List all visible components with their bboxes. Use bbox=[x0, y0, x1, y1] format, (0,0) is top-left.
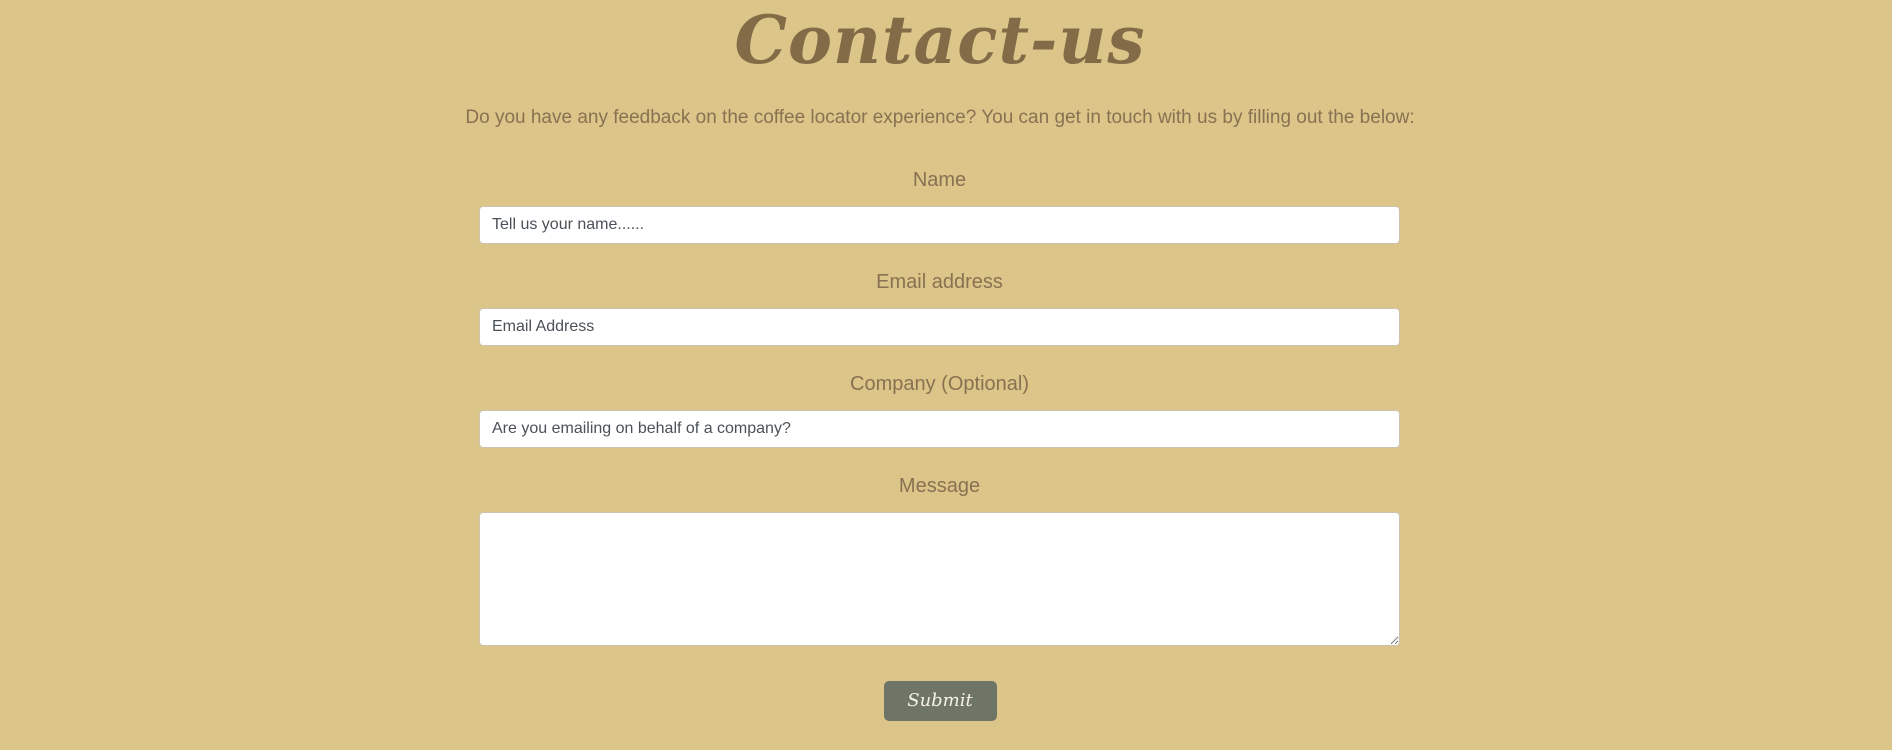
intro-text: Do you have any feedback on the coffee l… bbox=[465, 107, 1415, 128]
company-label: Company (Optional) bbox=[850, 373, 1029, 395]
company-field-group: Company (Optional) bbox=[479, 370, 1400, 448]
form-actions: Submit bbox=[0, 681, 1880, 721]
contact-page: Contact-us Do you have any feedback on t… bbox=[0, 0, 1892, 750]
name-field-group: Name bbox=[479, 166, 1400, 244]
email-input[interactable] bbox=[479, 308, 1400, 346]
email-label: Email address bbox=[876, 271, 1003, 293]
email-field-group: Email address bbox=[479, 268, 1400, 346]
message-textarea[interactable] bbox=[479, 512, 1400, 646]
message-label: Message bbox=[898, 475, 981, 497]
company-input[interactable] bbox=[479, 410, 1400, 448]
name-input[interactable] bbox=[479, 206, 1400, 244]
submit-button[interactable]: Submit bbox=[883, 681, 997, 721]
name-label: Name bbox=[912, 169, 967, 191]
contact-form: Name Email address Company (Optional) Me… bbox=[479, 166, 1400, 670]
page-title: Contact-us bbox=[734, 1, 1146, 79]
message-field-group: Message bbox=[479, 472, 1400, 646]
